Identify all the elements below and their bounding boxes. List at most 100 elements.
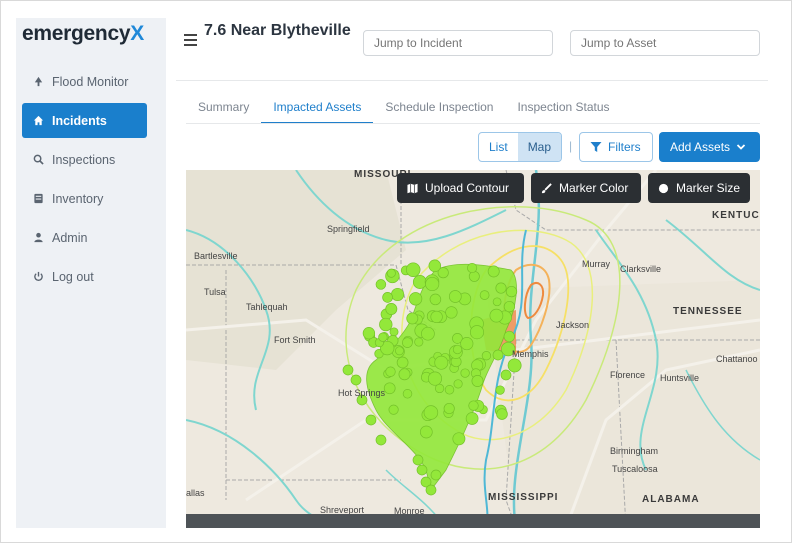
asset-marker[interactable] (406, 312, 419, 325)
asset-marker[interactable] (350, 374, 362, 386)
asset-marker[interactable] (495, 282, 507, 294)
asset-marker[interactable] (375, 434, 387, 446)
map-label-hot-springs: Hot Springs (338, 388, 386, 398)
asset-marker[interactable] (500, 369, 512, 381)
asset-marker[interactable] (342, 364, 354, 376)
asset-marker[interactable] (495, 385, 505, 395)
asset-marker[interactable] (385, 366, 396, 377)
asset-marker[interactable] (460, 368, 470, 378)
asset-marker[interactable] (465, 412, 479, 425)
logo-text: emergency (22, 22, 131, 45)
asset-marker[interactable] (443, 402, 455, 415)
asset-marker[interactable] (503, 330, 515, 343)
asset-marker[interactable] (468, 400, 479, 411)
asset-marker[interactable] (383, 382, 396, 395)
asset-marker[interactable] (445, 306, 458, 319)
asset-marker[interactable] (402, 337, 413, 348)
asset-marker[interactable] (492, 349, 504, 361)
asset-marker[interactable] (421, 326, 435, 341)
asset-marker[interactable] (479, 290, 490, 300)
asset-marker[interactable] (460, 337, 474, 351)
asset-marker[interactable] (378, 332, 388, 342)
map-label-jackson: Jackson (556, 320, 590, 330)
asset-marker[interactable] (405, 262, 421, 277)
asset-marker[interactable] (398, 368, 411, 381)
asset-marker[interactable] (423, 405, 439, 420)
asset-marker[interactable] (496, 408, 508, 420)
asset-marker[interactable] (375, 279, 387, 290)
asset-marker[interactable] (430, 310, 443, 324)
asset-marker[interactable] (419, 425, 433, 439)
map-view[interactable]: MISSOURI KENTUC TENNESSEE MISSISSIPPI AL… (186, 170, 760, 528)
hamburger-icon[interactable] (184, 34, 197, 47)
asset-marker[interactable] (469, 325, 485, 340)
marker-size-button[interactable]: Marker Size (648, 173, 750, 203)
asset-marker[interactable] (412, 454, 424, 466)
search-icon (30, 154, 46, 165)
tab-impacted-assets[interactable]: Impacted Assets (261, 96, 374, 124)
jump-to-asset-input[interactable] (570, 30, 760, 56)
asset-marker[interactable] (395, 346, 404, 356)
asset-marker[interactable] (507, 358, 522, 373)
sidebar-item-inspections[interactable]: Inspections (22, 142, 147, 177)
asset-marker[interactable] (505, 285, 518, 298)
asset-marker[interactable] (408, 292, 423, 306)
map-icon (407, 183, 418, 193)
upload-contour-button[interactable]: Upload Contour (397, 173, 524, 203)
asset-markers[interactable] (186, 170, 760, 528)
app-logo[interactable]: emergencyX (22, 22, 144, 46)
asset-marker[interactable] (388, 404, 399, 415)
asset-marker[interactable] (453, 379, 463, 389)
sidebar-item-logout[interactable]: Log out (22, 259, 147, 294)
sidebar-item-admin[interactable]: Admin (22, 220, 147, 255)
asset-marker[interactable] (503, 300, 516, 313)
asset-marker[interactable] (429, 293, 442, 306)
asset-marker[interactable] (489, 308, 504, 323)
asset-marker[interactable] (389, 327, 399, 337)
asset-marker[interactable] (444, 385, 455, 395)
marker-color-button[interactable]: Marker Color (531, 173, 641, 203)
asset-marker[interactable] (481, 351, 492, 361)
circle-icon (658, 183, 669, 193)
asset-marker[interactable] (385, 303, 398, 315)
asset-marker[interactable] (448, 290, 462, 303)
tab-summary[interactable]: Summary (186, 96, 261, 124)
jump-to-incident-input[interactable] (363, 30, 553, 56)
add-assets-button[interactable]: Add Assets (659, 132, 760, 162)
asset-marker[interactable] (428, 259, 442, 273)
asset-marker[interactable] (471, 375, 484, 387)
toolbar-separator: | (569, 139, 573, 153)
asset-marker[interactable] (427, 371, 443, 386)
view-list-button[interactable]: List (479, 133, 518, 161)
asset-marker[interactable] (362, 327, 376, 340)
sidebar-item-incidents[interactable]: Incidents (22, 103, 147, 138)
sidebar-item-inventory[interactable]: Inventory (22, 181, 147, 216)
sidebar-item-flood-monitor[interactable]: Flood Monitor (22, 64, 147, 99)
asset-marker[interactable] (414, 337, 424, 347)
asset-marker[interactable] (487, 265, 500, 278)
filters-button[interactable]: Filters (579, 132, 653, 162)
asset-marker[interactable] (430, 469, 442, 481)
asset-marker[interactable] (379, 317, 393, 332)
asset-marker[interactable] (412, 275, 427, 289)
asset-marker[interactable] (402, 389, 413, 399)
upload-contour-label: Upload Contour (425, 181, 510, 195)
asset-marker[interactable] (396, 356, 409, 369)
asset-marker[interactable] (452, 344, 463, 355)
asset-marker[interactable] (365, 414, 377, 426)
view-map-button[interactable]: Map (517, 133, 562, 161)
asset-marker[interactable] (492, 297, 502, 307)
asset-marker[interactable] (386, 268, 396, 278)
sidebar-item-label: Inspections (52, 152, 116, 167)
asset-marker[interactable] (467, 262, 478, 274)
asset-marker[interactable] (382, 292, 393, 303)
asset-marker[interactable] (434, 355, 449, 370)
tab-inspection-status[interactable]: Inspection Status (505, 96, 621, 124)
asset-marker[interactable] (425, 276, 440, 292)
asset-marker[interactable] (425, 484, 437, 496)
asset-marker[interactable] (452, 432, 466, 446)
asset-marker[interactable] (391, 287, 405, 302)
asset-marker[interactable] (416, 464, 428, 476)
tab-schedule-inspection[interactable]: Schedule Inspection (373, 96, 505, 124)
sidebar: emergencyX Flood Monitor Incidents Inspe… (16, 18, 166, 528)
